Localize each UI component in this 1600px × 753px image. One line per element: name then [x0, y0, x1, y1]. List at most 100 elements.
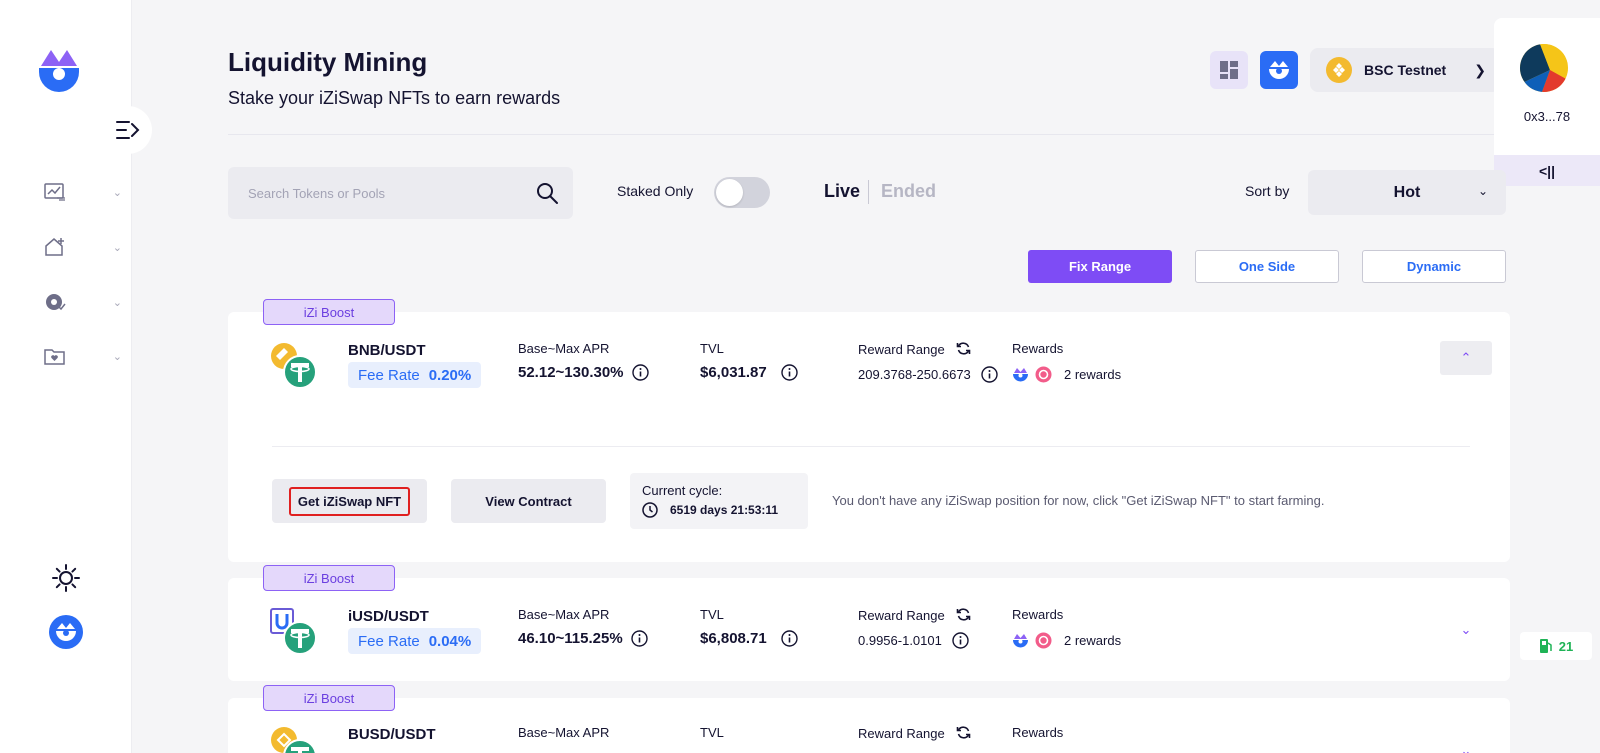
reward-range-value: 209.3768-250.6673: [858, 366, 998, 383]
reward-range-label: Reward Range: [858, 341, 971, 357]
staked-only-label: Staked Only: [617, 183, 694, 199]
rewards-label: Rewards: [1012, 607, 1064, 622]
header-divider: [228, 134, 1510, 135]
grid-icon: [1220, 61, 1238, 79]
apr-value: 46.10~115.25%: [518, 630, 648, 647]
pink-token-reward-icon: [1035, 632, 1052, 649]
range-one-side-button[interactable]: One Side: [1195, 250, 1339, 283]
current-cycle-box: Current cycle: 6519 days 21:53:11: [630, 473, 808, 529]
info-icon[interactable]: [952, 632, 969, 649]
sidebar-collapse-button[interactable]: [104, 106, 152, 154]
network-selector[interactable]: BSC Testnet ❯: [1310, 48, 1500, 92]
fee-rate-label: Fee Rate: [358, 632, 420, 650]
rewards-label: Rewards: [1012, 725, 1064, 740]
apr-value: 52.12~130.30%: [518, 364, 649, 381]
chevron-down-icon: ⌄: [1460, 743, 1472, 753]
sort-label: Sort by: [1245, 183, 1290, 199]
get-nft-label: Get iZiSwap NFT: [288, 486, 411, 516]
range-fix-button[interactable]: Fix Range: [1028, 250, 1172, 283]
sidebar-item-portfolio[interactable]: ⌄: [44, 342, 122, 370]
account-address[interactable]: 0x3...78: [1494, 109, 1600, 124]
token-pair-icon: [270, 608, 318, 656]
sort-select[interactable]: Hot ⌄: [1308, 170, 1506, 215]
sidebar: ⌄ ⌄ ⌄ ⌄: [0, 0, 152, 753]
cycle-countdown: 6519 days 21:53:11: [670, 503, 779, 517]
tab-live[interactable]: Live: [824, 181, 860, 202]
chevron-down-icon: ⌄: [112, 296, 122, 309]
apr-label: Base~Max APR: [518, 607, 610, 622]
reward-range-number: 209.3768-250.6673: [858, 367, 971, 382]
menu-collapse-icon: [116, 121, 140, 139]
range-dynamic-button[interactable]: Dynamic: [1362, 250, 1506, 283]
rewards-value: 2 rewards: [1012, 366, 1121, 383]
search-input[interactable]: [248, 185, 528, 201]
reward-range-number: 0.9956-1.0101: [858, 633, 942, 648]
expand-pool-button[interactable]: ⌄: [1440, 613, 1492, 647]
fee-rate-value: 0.04%: [428, 632, 472, 650]
account-panel: 0x3...78 <||: [1494, 18, 1600, 186]
izi-token-icon[interactable]: [48, 614, 84, 650]
izumi-logo-icon[interactable]: [38, 48, 80, 94]
info-icon[interactable]: [981, 366, 998, 383]
tvl-text: $6,031.87: [700, 364, 767, 381]
search-box[interactable]: [228, 167, 573, 219]
reward-range-label: Reward Range: [858, 725, 971, 741]
boost-badge: iZi Boost: [263, 299, 395, 325]
gas-pump-icon: [1539, 639, 1552, 653]
tvl-text: $6,808.71: [700, 630, 767, 647]
grid-view-button[interactable]: [1210, 51, 1248, 89]
refresh-icon[interactable]: [956, 341, 971, 356]
folder-heart-icon: [44, 349, 65, 365]
info-icon[interactable]: [781, 364, 798, 381]
page-title: Liquidity Mining: [228, 47, 428, 77]
sort-value: Hot: [1393, 183, 1421, 201]
no-position-message: You don't have any iZiSwap position for …: [832, 493, 1325, 508]
toggle-knob: [716, 179, 743, 206]
fee-rate-badge: Fee Rate 0.20%: [348, 362, 482, 388]
info-icon[interactable]: [631, 364, 649, 381]
panel-collapse-button[interactable]: <||: [1494, 155, 1600, 186]
search-icon[interactable]: [535, 181, 559, 205]
rewards-count: 2 rewards: [1064, 633, 1122, 648]
chevron-down-icon: ⌄: [112, 350, 122, 363]
sidebar-item-liquidity[interactable]: ⌄: [44, 233, 122, 261]
tvl-label: TVL: [700, 725, 724, 740]
account-avatar[interactable]: [1520, 44, 1568, 92]
get-iziswap-nft-button[interactable]: Get iZiSwap NFT: [272, 479, 427, 523]
sidebar-item-trade[interactable]: ⌄: [44, 178, 122, 206]
fee-rate-badge: Fee Rate 0.04%: [348, 628, 482, 654]
rewards-label: Rewards: [1012, 341, 1064, 356]
network-label: BSC Testnet: [1364, 62, 1447, 78]
bnb-chain-icon: [1326, 57, 1352, 83]
refresh-icon[interactable]: [956, 725, 971, 740]
pink-token-reward-icon: [1035, 366, 1052, 383]
page-subtitle: Stake your iZiSwap NFTs to earn rewards: [228, 88, 561, 108]
izi-app-button[interactable]: [1260, 51, 1298, 89]
chevron-down-icon: ⌄: [112, 241, 122, 254]
chevron-down-icon: ⌄: [1460, 622, 1472, 637]
info-icon[interactable]: [781, 630, 798, 647]
izi-reward-icon: [1013, 368, 1028, 382]
collapse-pool-button[interactable]: ⌃: [1440, 341, 1492, 375]
tab-ended[interactable]: Ended: [881, 181, 936, 202]
refresh-icon[interactable]: [956, 607, 971, 622]
expand-pool-button[interactable]: ⌄: [1440, 734, 1492, 753]
izi-logo-icon: [1269, 61, 1289, 79]
info-icon[interactable]: [630, 630, 648, 647]
farm-coin-icon: [46, 294, 66, 311]
cycle-label: Current cycle:: [642, 483, 723, 498]
chevron-down-icon: ❯: [1474, 61, 1486, 78]
sun-theme-icon[interactable]: [51, 563, 81, 593]
boost-badge: iZi Boost: [263, 685, 395, 711]
sidebar-item-farm[interactable]: ⌄: [44, 288, 122, 316]
chart-trade-icon: [44, 183, 65, 201]
gas-price-badge[interactable]: 21: [1520, 632, 1592, 660]
staked-only-toggle[interactable]: [714, 177, 770, 208]
view-contract-button[interactable]: View Contract: [451, 479, 606, 523]
tvl-label: TVL: [700, 341, 724, 356]
tvl-label: TVL: [700, 607, 724, 622]
token-pair-icon: [270, 726, 318, 753]
pool-card-bnb-usdt: BNB/USDT Fee Rate 0.20% Base~Max APR 52.…: [228, 312, 1510, 562]
pool-pair-name: BNB/USDT: [348, 342, 426, 359]
boost-badge: iZi Boost: [263, 565, 395, 591]
